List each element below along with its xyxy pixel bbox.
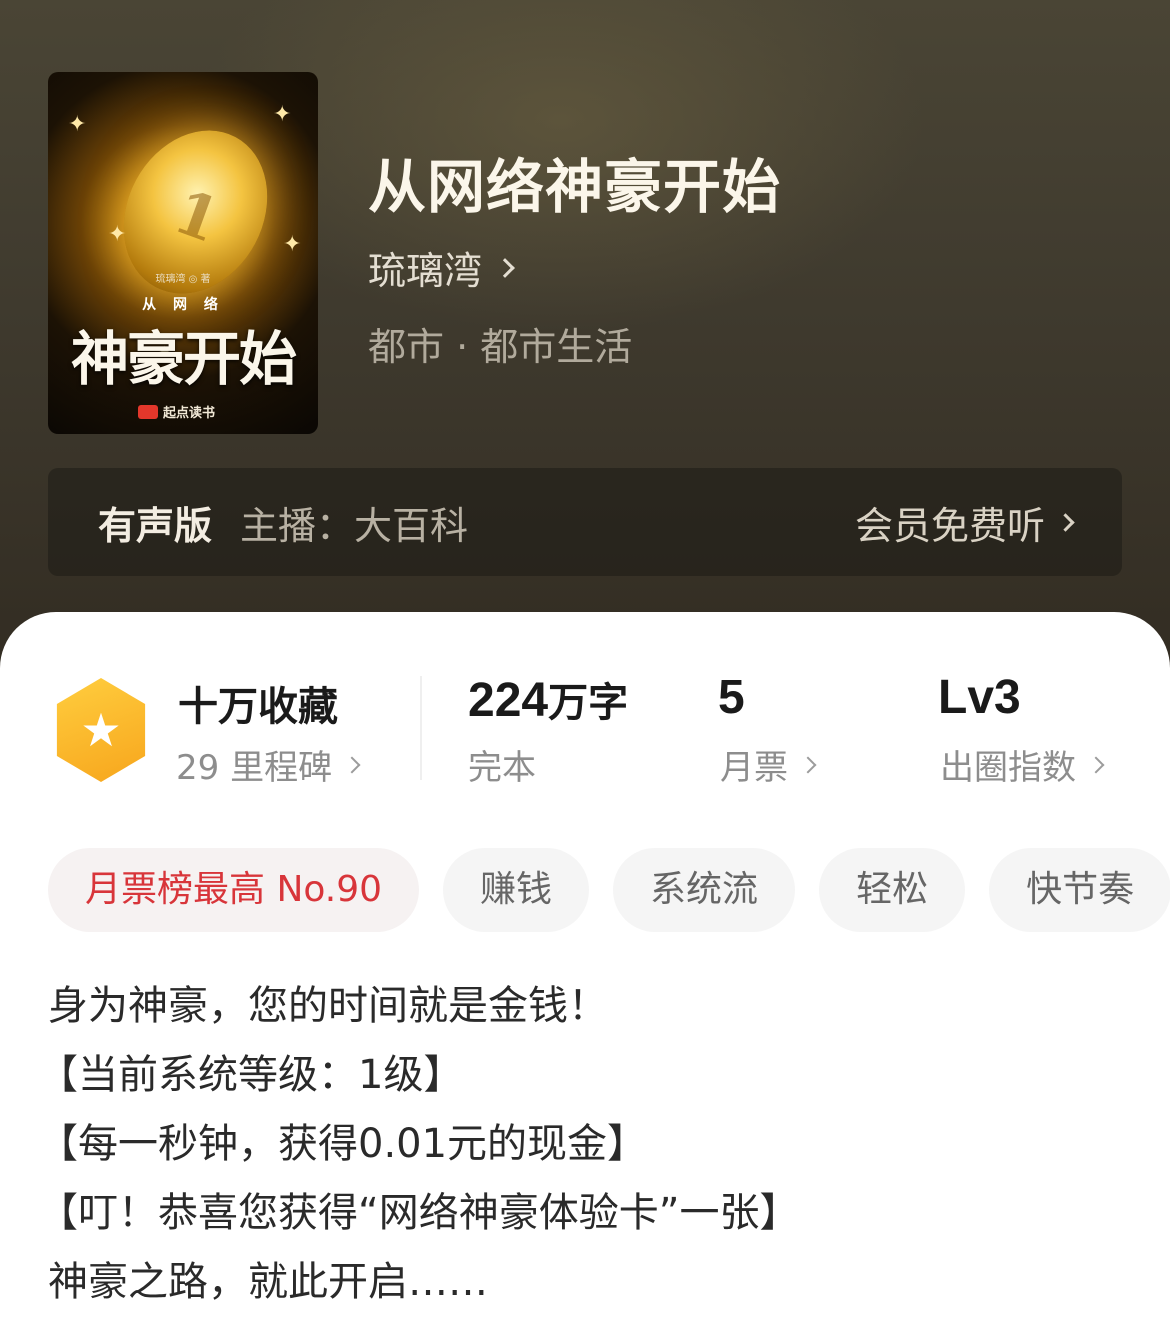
- milestone-link[interactable]: 29 里程碑: [176, 740, 361, 789]
- audio-edition-bar[interactable]: 有声版 主播：大百科 会员免费听: [48, 468, 1122, 576]
- tag-list: 月票榜最高 No.90 赚钱 系统流 轻松 快节奏: [48, 848, 1170, 932]
- cover-author: 琉璃湾 ◎ 著: [155, 274, 211, 285]
- star-icon: ★: [80, 703, 122, 757]
- sparkle-icon: ✦: [108, 222, 127, 247]
- publisher-name: 起点读书: [163, 406, 216, 421]
- cover-title: 神豪开始: [70, 325, 297, 393]
- synopsis-line: 【叮！恭喜您获得“网络神豪体验卡”一张】: [38, 1190, 800, 1236]
- synopsis-line: 神豪之路，就此开启……: [48, 1259, 488, 1305]
- member-free-listen-button[interactable]: 会员免费听: [854, 495, 1075, 550]
- sparkle-icon: ✦: [68, 112, 87, 137]
- chevron-right-icon: [495, 257, 515, 278]
- completion-status: 完本: [468, 740, 536, 789]
- publisher-logo-icon: [138, 405, 158, 419]
- influence-level-number: Lv3: [938, 671, 1021, 724]
- word-count: 224万字: [468, 670, 628, 728]
- tag-ranking[interactable]: 月票榜最高 No.90: [48, 848, 420, 932]
- influence-level: Lv3: [938, 670, 1021, 725]
- tag-item[interactable]: 赚钱: [443, 848, 590, 932]
- tag-item[interactable]: 系统流: [613, 848, 796, 932]
- monthly-ticket-link[interactable]: 月票: [720, 740, 817, 789]
- book-cover[interactable]: 1 ✦ ✦ ✦ ✦ ✦ 琉璃湾 ◎ 著 从 网 络 神豪开始 起点读书: [48, 72, 318, 434]
- audio-label: 有声版: [98, 503, 213, 548]
- completion-label: 完本: [468, 748, 536, 788]
- book-genre[interactable]: 都市 · 都市生活: [368, 316, 632, 371]
- synopsis-line: 身为神豪，您的时间就是金钱！: [48, 983, 608, 1029]
- chevron-right-icon: [1056, 512, 1075, 532]
- influence-index-label: 出圈指数: [940, 748, 1076, 788]
- sparkle-icon: ✦: [283, 232, 302, 257]
- author-name: 琉璃湾: [368, 249, 483, 293]
- monthly-ticket-number: 5: [718, 671, 745, 724]
- member-free-listen-label: 会员免费听: [854, 503, 1045, 548]
- word-count-unit: 万字: [548, 680, 629, 726]
- cover-publisher: 起点读书: [138, 402, 215, 421]
- tag-item[interactable]: 轻松: [819, 848, 966, 932]
- tag-item[interactable]: 快节奏: [989, 848, 1170, 932]
- chevron-right-icon: [1087, 756, 1105, 773]
- audio-host: 主播：大百科: [240, 503, 469, 548]
- book-synopsis[interactable]: 身为神豪，您的时间就是金钱！ 【当前系统等级：1级】 【每一秒钟，获得0.01元…: [38, 972, 1138, 1317]
- book-title: 从网络神豪开始: [368, 153, 782, 221]
- monthly-ticket-label: 月票: [720, 748, 788, 788]
- influence-index-link[interactable]: 出圈指数: [940, 740, 1105, 789]
- sparkle-icon: ✦: [273, 102, 292, 127]
- collect-count: 十万收藏: [178, 684, 338, 730]
- cover-subtitle: 从 网 络: [142, 297, 224, 313]
- word-count-number: 224: [468, 674, 549, 727]
- author-link[interactable]: 琉璃湾: [368, 240, 515, 295]
- chevron-right-icon: [799, 756, 817, 773]
- monthly-ticket-count: 5: [718, 670, 745, 725]
- stats-divider: [420, 676, 422, 780]
- synopsis-line: 【每一秒钟，获得0.01元的现金】: [38, 1121, 648, 1167]
- milestone-label: 29 里程碑: [176, 748, 333, 788]
- chevron-right-icon: [343, 756, 361, 773]
- synopsis-line: 【当前系统等级：1级】: [38, 1052, 464, 1098]
